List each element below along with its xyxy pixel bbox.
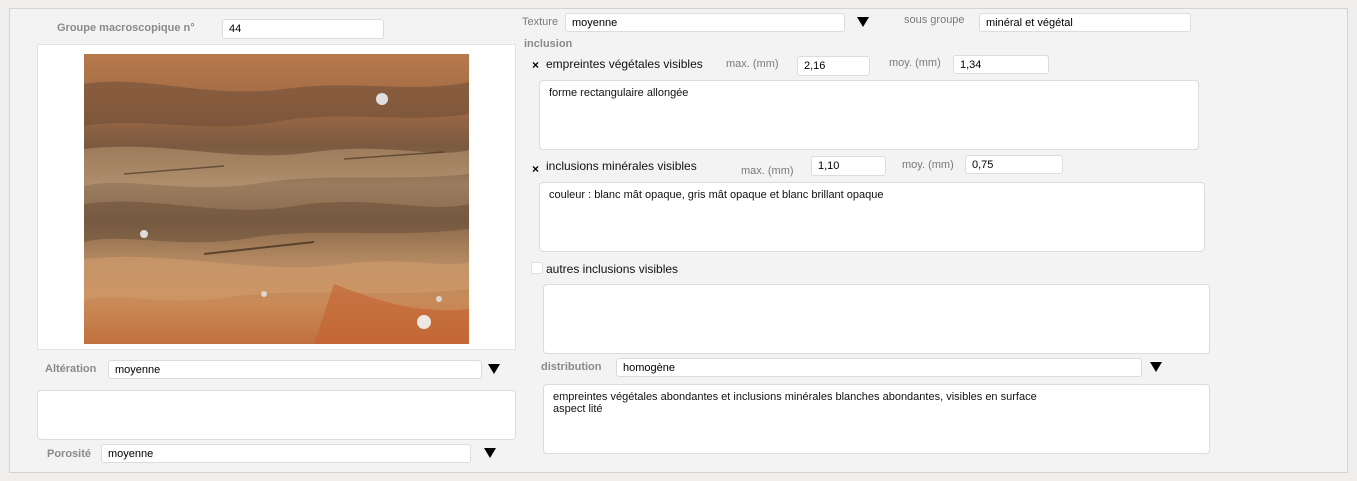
vegetal-moy-field[interactable]: 1,34 (953, 55, 1049, 74)
autres-note[interactable] (543, 284, 1210, 354)
alteration-dropdown-icon[interactable] (488, 364, 500, 374)
mineral-max-field[interactable]: 1,10 (811, 156, 886, 176)
vegetal-moy-label: moy. (mm) (889, 57, 941, 69)
distribution-note[interactable]: empreintes végétales abondantes et inclu… (543, 384, 1210, 454)
sous-groupe-label: sous groupe (904, 14, 965, 26)
vegetal-label: empreintes végétales visibles (546, 57, 703, 71)
vegetal-note[interactable]: forme rectangulaire allongée (539, 80, 1199, 150)
group-number-field[interactable]: 44 (222, 19, 384, 39)
inclusion-label: inclusion (524, 38, 573, 50)
distribution-select[interactable]: homogène (616, 358, 1142, 377)
texture-select[interactable]: moyenne (565, 13, 845, 32)
group-label: Groupe macroscopique n° (57, 22, 195, 34)
porosite-dropdown-icon[interactable] (484, 448, 496, 458)
rock-texture (84, 81, 469, 344)
porosite-label: Porosité (47, 448, 92, 460)
alteration-select[interactable]: moyenne (108, 360, 482, 379)
mineral-note[interactable]: couleur : blanc mât opaque, gris mât opa… (539, 182, 1205, 252)
alteration-label: Altération (45, 363, 97, 375)
photo-frame (37, 44, 516, 350)
vegetal-max-field[interactable]: 2,16 (797, 56, 870, 76)
rock-sample-photo (84, 54, 469, 344)
vegetal-checkbox-x-icon[interactable]: × (532, 59, 539, 71)
mineral-moy-field[interactable]: 0,75 (965, 155, 1063, 174)
alteration-note[interactable] (37, 390, 516, 440)
mineral-checkbox-x-icon[interactable]: × (532, 163, 539, 175)
autres-checkbox[interactable] (531, 262, 543, 274)
texture-label: Texture (522, 16, 559, 28)
mineral-label: inclusions minérales visibles (546, 159, 697, 173)
porosite-select[interactable]: moyenne (101, 444, 471, 463)
distribution-dropdown-icon[interactable] (1150, 362, 1162, 372)
mineral-moy-label: moy. (mm) (902, 159, 954, 171)
mineral-max-label: max. (mm) (741, 165, 794, 177)
texture-dropdown-icon[interactable] (857, 17, 869, 27)
sous-groupe-field[interactable]: minéral et végétal (979, 13, 1191, 32)
autres-label: autres inclusions visibles (546, 262, 679, 276)
vegetal-max-label: max. (mm) (726, 58, 779, 70)
distribution-label: distribution (541, 361, 602, 373)
